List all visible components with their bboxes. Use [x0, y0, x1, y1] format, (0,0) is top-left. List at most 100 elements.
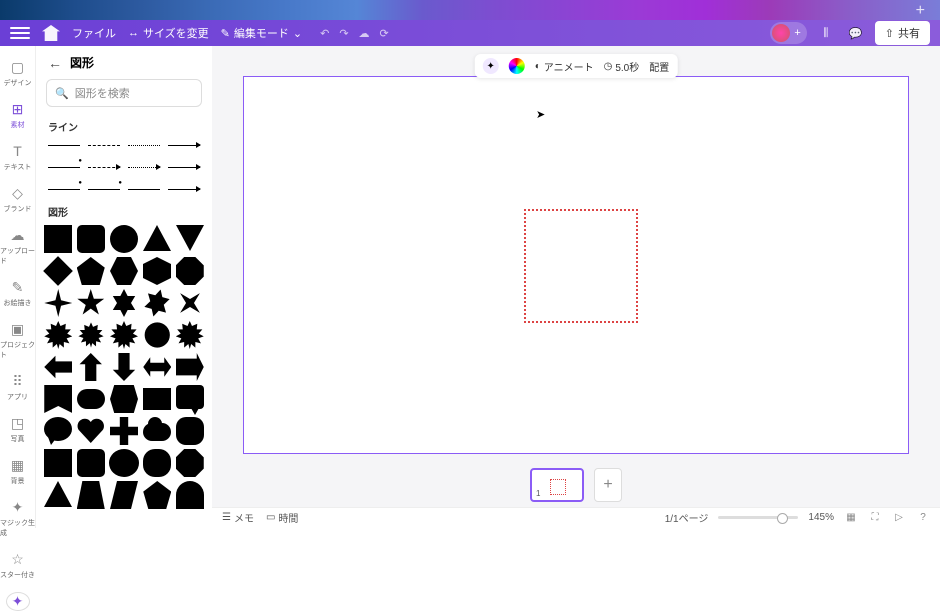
shape-ellipse[interactable] [109, 449, 139, 477]
shape-trapezoid[interactable] [77, 481, 105, 509]
back-arrow-icon[interactable]: ← [48, 55, 62, 71]
comment-icon[interactable]: 💬 [845, 22, 867, 44]
zoom-slider[interactable] [718, 516, 798, 519]
shape-tri-wide[interactable] [44, 481, 72, 507]
shape-square[interactable] [44, 225, 72, 253]
shape-scallop[interactable] [143, 321, 171, 349]
line-dashed[interactable] [88, 140, 120, 150]
shape-rounded-square[interactable] [77, 225, 105, 253]
shape-ribbon[interactable] [44, 385, 72, 413]
magic-write-icon[interactable]: ✦ [483, 58, 499, 74]
hamburger-icon[interactable] [10, 27, 30, 39]
rail-text[interactable]: Tテキスト [0, 138, 35, 176]
shape-hexagon-v[interactable] [143, 257, 171, 285]
shape-rect[interactable] [44, 449, 72, 477]
shape-rounded-rect[interactable] [77, 449, 105, 477]
shape-arrow-down[interactable] [110, 353, 138, 381]
rail-magic[interactable]: ✦マジック生成 [0, 494, 35, 542]
shape-star4[interactable] [44, 289, 72, 317]
shape-circle[interactable] [110, 225, 138, 253]
rail-photos[interactable]: ◳写真 [0, 410, 35, 448]
rail-brand[interactable]: ◇ブランド [0, 180, 35, 218]
animate-button[interactable]: ◐アニメート [535, 59, 594, 74]
shape-squircle[interactable] [176, 417, 204, 445]
undo-icon[interactable]: ↶ [320, 27, 329, 40]
shape-sparkle[interactable] [170, 283, 210, 323]
shape-arrow-up[interactable] [77, 353, 105, 381]
notes-button[interactable]: ☰メモ [222, 510, 254, 525]
add-page-button[interactable]: + [594, 468, 622, 502]
shape-hexagon[interactable] [110, 257, 138, 285]
share-button[interactable]: ⇧ 共有 [875, 21, 930, 45]
line-thick[interactable] [128, 184, 160, 194]
rail-upload[interactable]: ☁アップロード [0, 222, 35, 270]
menu-file[interactable]: ファイル [72, 25, 116, 41]
shape-badge[interactable] [110, 321, 138, 349]
rail-design[interactable]: ▢デザイン [0, 54, 35, 92]
shape-cloud[interactable] [143, 423, 171, 441]
shape-triangle-down[interactable] [176, 225, 204, 251]
line-solid[interactable] [48, 140, 80, 150]
shape-triangle[interactable] [143, 225, 171, 251]
search-input[interactable]: 🔍 図形を検索 [46, 79, 202, 107]
line-arrow-bold[interactable] [168, 162, 200, 172]
line-dash-arrow[interactable] [88, 162, 120, 172]
position-button[interactable]: 配置 [649, 59, 669, 74]
line-dotted[interactable] [128, 140, 160, 150]
shape-star8[interactable] [140, 286, 174, 320]
duration-footer-button[interactable]: ▭時間 [266, 510, 298, 525]
shape-arrow-lr[interactable] [143, 353, 171, 381]
shape-capsule[interactable] [143, 449, 171, 477]
color-picker-icon[interactable] [509, 58, 525, 74]
rail-elements[interactable]: ⊞素材 [0, 96, 35, 134]
shape-arch[interactable] [176, 481, 204, 509]
shape-pill[interactable] [77, 389, 105, 409]
shape-oct-2[interactable] [176, 449, 204, 477]
shape-seal[interactable] [78, 322, 103, 347]
rail-projects[interactable]: ▣プロジェクト [0, 316, 35, 364]
grid-view-icon[interactable]: ▦ [844, 511, 858, 525]
line-double-arrow[interactable] [168, 184, 200, 194]
shape-speech[interactable] [176, 385, 204, 409]
fullscreen-icon[interactable]: ⛶ [868, 511, 882, 525]
shape-arrow-pointer[interactable] [176, 353, 204, 381]
shape-diamond[interactable] [43, 256, 73, 286]
rail-add-button[interactable]: ✦ [6, 592, 30, 611]
user-avatar-group[interactable]: + [770, 22, 806, 44]
shape-pentagon[interactable] [77, 257, 105, 285]
analytics-icon[interactable]: ⫼ [815, 22, 837, 44]
line-connector[interactable] [88, 184, 120, 194]
shape-octagon[interactable] [176, 257, 204, 285]
line-endpoint-dot[interactable] [48, 162, 80, 172]
shape-star5[interactable] [77, 289, 105, 317]
dotted-square-element[interactable] [524, 209, 638, 323]
line-elbow[interactable] [48, 184, 80, 194]
present-icon[interactable]: ▷ [892, 511, 906, 525]
rail-apps[interactable]: ⠿アプリ [0, 368, 35, 406]
menu-resize[interactable]: ↔サイズを変更 [128, 25, 209, 41]
add-member-icon[interactable]: + [794, 27, 800, 39]
shape-burst-16[interactable] [176, 321, 204, 349]
line-dot-arrow[interactable] [128, 162, 160, 172]
line-arrow[interactable] [168, 140, 200, 150]
duration-button[interactable]: ◷5.0秒 [604, 59, 640, 74]
shape-banner[interactable] [143, 388, 171, 410]
rail-draw[interactable]: ✎お絵描き [0, 274, 35, 312]
new-tab-plus-icon[interactable]: + [916, 2, 925, 20]
home-icon[interactable] [42, 25, 60, 41]
shape-burst[interactable] [44, 321, 72, 349]
page-thumb-1[interactable]: 1 [530, 468, 584, 502]
shape-hex-wide[interactable] [110, 385, 138, 413]
redo-icon[interactable]: ↷ [339, 27, 348, 40]
shape-arrow-left[interactable] [44, 353, 72, 381]
shape-plus[interactable] [110, 417, 138, 445]
rail-background[interactable]: ▦背景 [0, 452, 35, 490]
menu-edit-mode[interactable]: ✎編集モード⌄ [221, 25, 302, 41]
shape-thought-bubble[interactable] [44, 417, 72, 441]
design-canvas[interactable]: ➤ [243, 76, 909, 454]
shape-parallelogram[interactable] [110, 481, 138, 509]
shape-star6[interactable] [110, 289, 138, 317]
help-icon[interactable]: ? [916, 511, 930, 525]
rail-starred[interactable]: ☆スター付き [0, 546, 35, 584]
history-icon[interactable]: ⟳ [380, 27, 389, 40]
